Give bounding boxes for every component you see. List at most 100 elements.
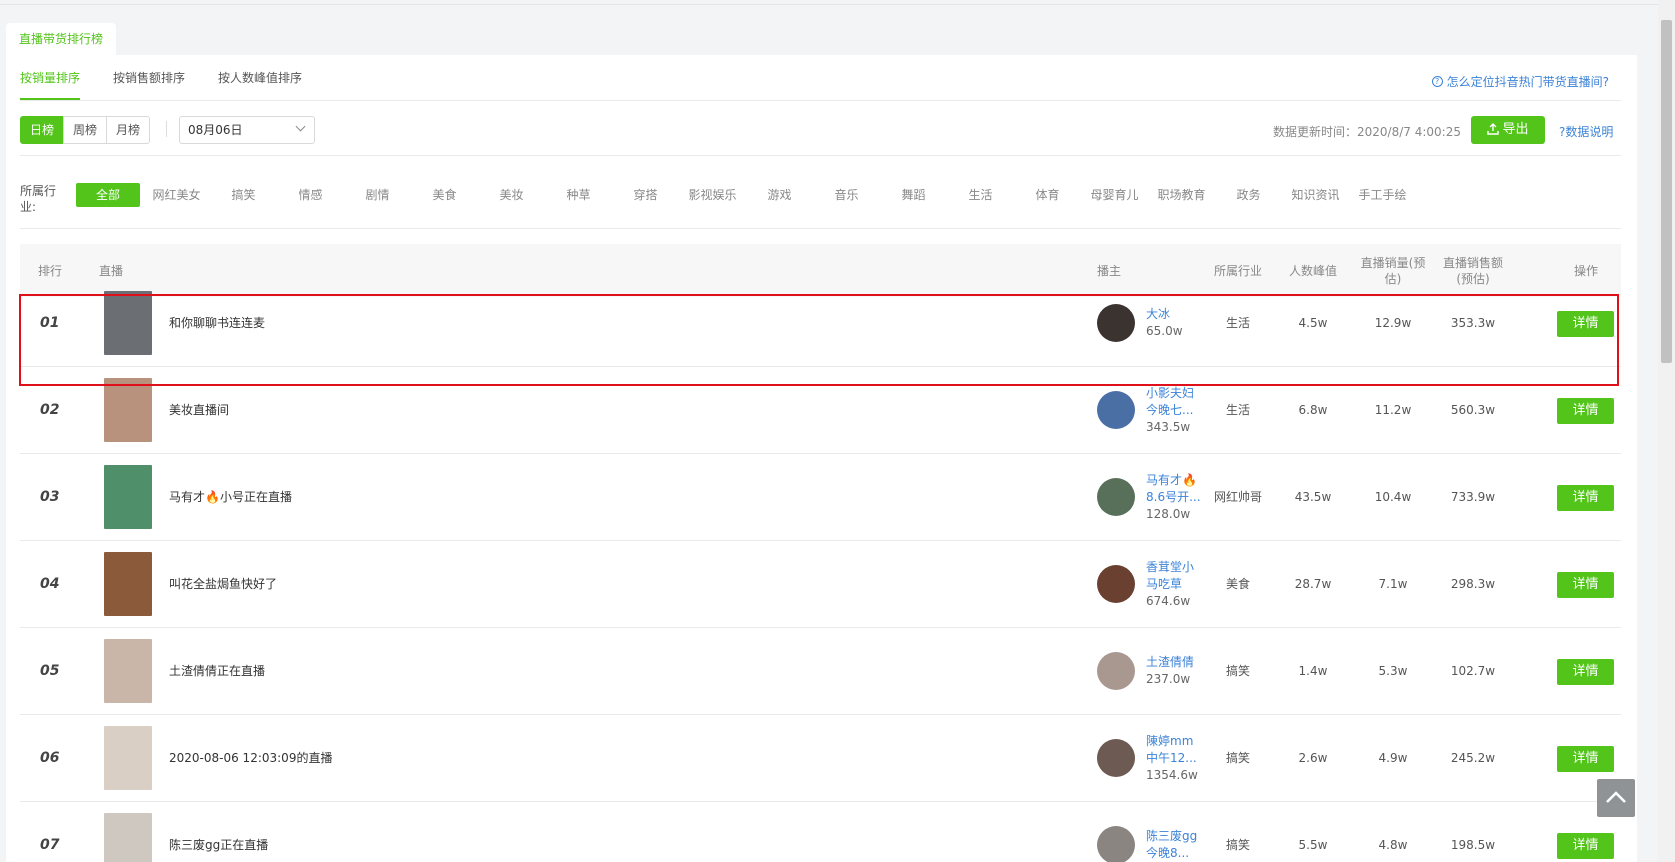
tab-sort-by-volume[interactable]: 按销量排序 <box>20 55 81 100</box>
industry-chip[interactable]: 舞蹈 <box>880 183 947 207</box>
rank-number: 03 <box>40 489 60 505</box>
peak-cell: 43.5w <box>1294 490 1332 504</box>
live-title[interactable]: 土渣倩倩正在直播 <box>169 628 265 714</box>
industry-chip[interactable]: 生活 <box>947 183 1014 207</box>
live-thumbnail[interactable] <box>104 813 152 862</box>
sort-tabs: 按销量排序 按销售额排序 按人数峰值排序 <box>20 55 335 100</box>
detail-button[interactable]: 详情 <box>1557 746 1614 772</box>
divider <box>20 155 1621 156</box>
industry-chip[interactable]: 美食 <box>411 183 478 207</box>
period-monthly-button[interactable]: 月榜 <box>106 116 150 144</box>
anchor-name-link[interactable]: 土渣倩倩 <box>1146 654 1204 671</box>
table-row: 02 美妆直播间 小影夫妇 今晚七... 343.5w 生活 6.8w 11.2w 560.3… <box>20 367 1621 454</box>
live-thumbnail[interactable] <box>104 378 152 442</box>
rank-number: 07 <box>40 837 60 853</box>
tab-sort-by-amount[interactable]: 按销售额排序 <box>113 55 185 100</box>
help-link-text: 怎么定位抖音热门带货直播间? <box>1446 75 1609 89</box>
industry-chip[interactable]: 搞笑 <box>210 183 277 207</box>
industry-chip[interactable]: 穿搭 <box>612 183 679 207</box>
industry-chip[interactable]: 体育 <box>1014 183 1081 207</box>
live-thumbnail[interactable] <box>104 726 152 790</box>
help-link[interactable]: ? 怎么定位抖音热门带货直播间? <box>1431 73 1609 90</box>
period-weekly-button[interactable]: 周榜 <box>63 116 107 144</box>
industry-chip[interactable]: 知识资讯 <box>1282 183 1349 207</box>
anchor-name-link[interactable]: 马有才🔥 8.6号开... <box>1146 472 1204 506</box>
anchor-fans: 343.5w <box>1146 419 1191 434</box>
scrollbar-thumb[interactable] <box>1661 20 1672 363</box>
anchor-name-link[interactable]: 陈三废gg 今晚8... <box>1146 828 1204 862</box>
detail-button[interactable]: 详情 <box>1557 572 1614 598</box>
detail-button[interactable]: 详情 <box>1557 485 1614 511</box>
page-tab-live-ranking[interactable]: 直播带货排行榜 <box>6 23 116 55</box>
ranking-panel: 按销量排序 按销售额排序 按人数峰值排序 ? 怎么定位抖音热门带货直播间? 日榜… <box>6 55 1637 862</box>
industry-chip[interactable]: 音乐 <box>813 183 880 207</box>
industry-chip[interactable]: 网红美女 <box>143 183 210 207</box>
export-label: 导出 <box>1502 122 1529 137</box>
sales-cell: 4.8w <box>1378 838 1408 852</box>
anchor-name-link[interactable]: 香茸堂小 马吃草 <box>1146 559 1204 593</box>
industry-chip[interactable]: 游戏 <box>746 183 813 207</box>
live-title[interactable]: 美妆直播间 <box>169 367 229 453</box>
industry-cell: 生活 <box>1225 316 1250 330</box>
live-thumbnail[interactable] <box>104 291 152 355</box>
chevron-up-icon <box>1606 791 1626 803</box>
industry-chip[interactable]: 手工手绘 <box>1349 183 1416 207</box>
live-title[interactable]: 和你聊聊书连连麦 <box>169 280 265 366</box>
table-row: 07 陈三废gg正在直播 陈三废gg 今晚8... 搞笑 5.5w 4.8w 198.5w 详… <box>20 802 1621 862</box>
export-button[interactable]: 导出 <box>1471 116 1545 144</box>
rank-number: 01 <box>40 315 60 331</box>
divider <box>20 228 1621 229</box>
live-thumbnail[interactable] <box>104 552 152 616</box>
industry-chip[interactable]: 职场教育 <box>1148 183 1215 207</box>
live-title[interactable]: 叫花全盐焗鱼快好了 <box>169 541 277 627</box>
anchor-name-link[interactable]: 陳婷mm 中午12... <box>1146 733 1204 767</box>
industry-label: 所属行业: <box>20 184 57 214</box>
avatar[interactable] <box>1097 652 1135 690</box>
peak-cell: 1.4w <box>1298 664 1328 678</box>
amount-cell: 733.9w <box>1450 490 1496 504</box>
amount-cell: 353.3w <box>1450 316 1496 330</box>
industry-chip[interactable]: 政务 <box>1215 183 1282 207</box>
industry-cell: 网红帅哥 <box>1213 490 1262 504</box>
industry-cell: 搞笑 <box>1225 751 1250 765</box>
back-to-top-button[interactable] <box>1597 779 1635 817</box>
live-thumbnail[interactable] <box>104 465 152 529</box>
avatar[interactable] <box>1097 391 1135 429</box>
industry-cell: 生活 <box>1225 403 1250 417</box>
sales-cell: 4.9w <box>1378 751 1408 765</box>
anchor-name-link[interactable]: 大冰 <box>1146 306 1204 323</box>
avatar[interactable] <box>1097 826 1135 862</box>
date-select[interactable]: 08月06日 <box>179 116 315 144</box>
avatar[interactable] <box>1097 478 1135 516</box>
live-title[interactable]: 马有才🔥小号正在直播 <box>169 454 292 540</box>
chevron-down-icon <box>295 121 306 132</box>
tab-sort-by-peak[interactable]: 按人数峰值排序 <box>218 55 302 100</box>
industry-chip[interactable]: 母婴育儿 <box>1081 183 1148 207</box>
table-row: 04 叫花全盐焗鱼快好了 香茸堂小 马吃草 674.6w 美食 28.7w 7.1w 298.… <box>20 541 1621 628</box>
peak-cell: 5.5w <box>1298 838 1328 852</box>
industry-chip[interactable]: 影视娱乐 <box>679 183 746 207</box>
industry-chip[interactable]: 美妆 <box>478 183 545 207</box>
detail-button[interactable]: 详情 <box>1557 833 1614 859</box>
industry-chip[interactable]: 剧情 <box>344 183 411 207</box>
industry-chip[interactable]: 种草 <box>545 183 612 207</box>
anchor-info: 小影夫妇 今晚七... 343.5w <box>1146 367 1204 453</box>
data-explain-link[interactable]: ?数据说明 <box>1559 123 1613 140</box>
live-thumbnail[interactable] <box>104 639 152 703</box>
detail-button[interactable]: 详情 <box>1557 659 1614 685</box>
detail-button[interactable]: 详情 <box>1557 311 1614 337</box>
table-row: 05 土渣倩倩正在直播 土渣倩倩 237.0w 搞笑 1.4w 5.3w 102.7w 详情 <box>20 628 1621 715</box>
avatar[interactable] <box>1097 565 1135 603</box>
period-daily-button[interactable]: 日榜 <box>20 116 64 144</box>
sales-cell: 7.1w <box>1378 577 1408 591</box>
live-title[interactable]: 陈三废gg正在直播 <box>169 802 268 862</box>
industry-chip[interactable]: 全部 <box>76 183 140 207</box>
question-circle-icon: ? <box>1431 76 1443 87</box>
anchor-name-link[interactable]: 小影夫妇 今晚七... <box>1146 385 1204 419</box>
avatar[interactable] <box>1097 304 1135 342</box>
live-title[interactable]: 2020-08-06 12:03:09的直播 <box>169 715 332 801</box>
industry-chip[interactable]: 情感 <box>277 183 344 207</box>
detail-button[interactable]: 详情 <box>1557 398 1614 424</box>
sales-cell: 12.9w <box>1374 316 1412 330</box>
avatar[interactable] <box>1097 739 1135 777</box>
